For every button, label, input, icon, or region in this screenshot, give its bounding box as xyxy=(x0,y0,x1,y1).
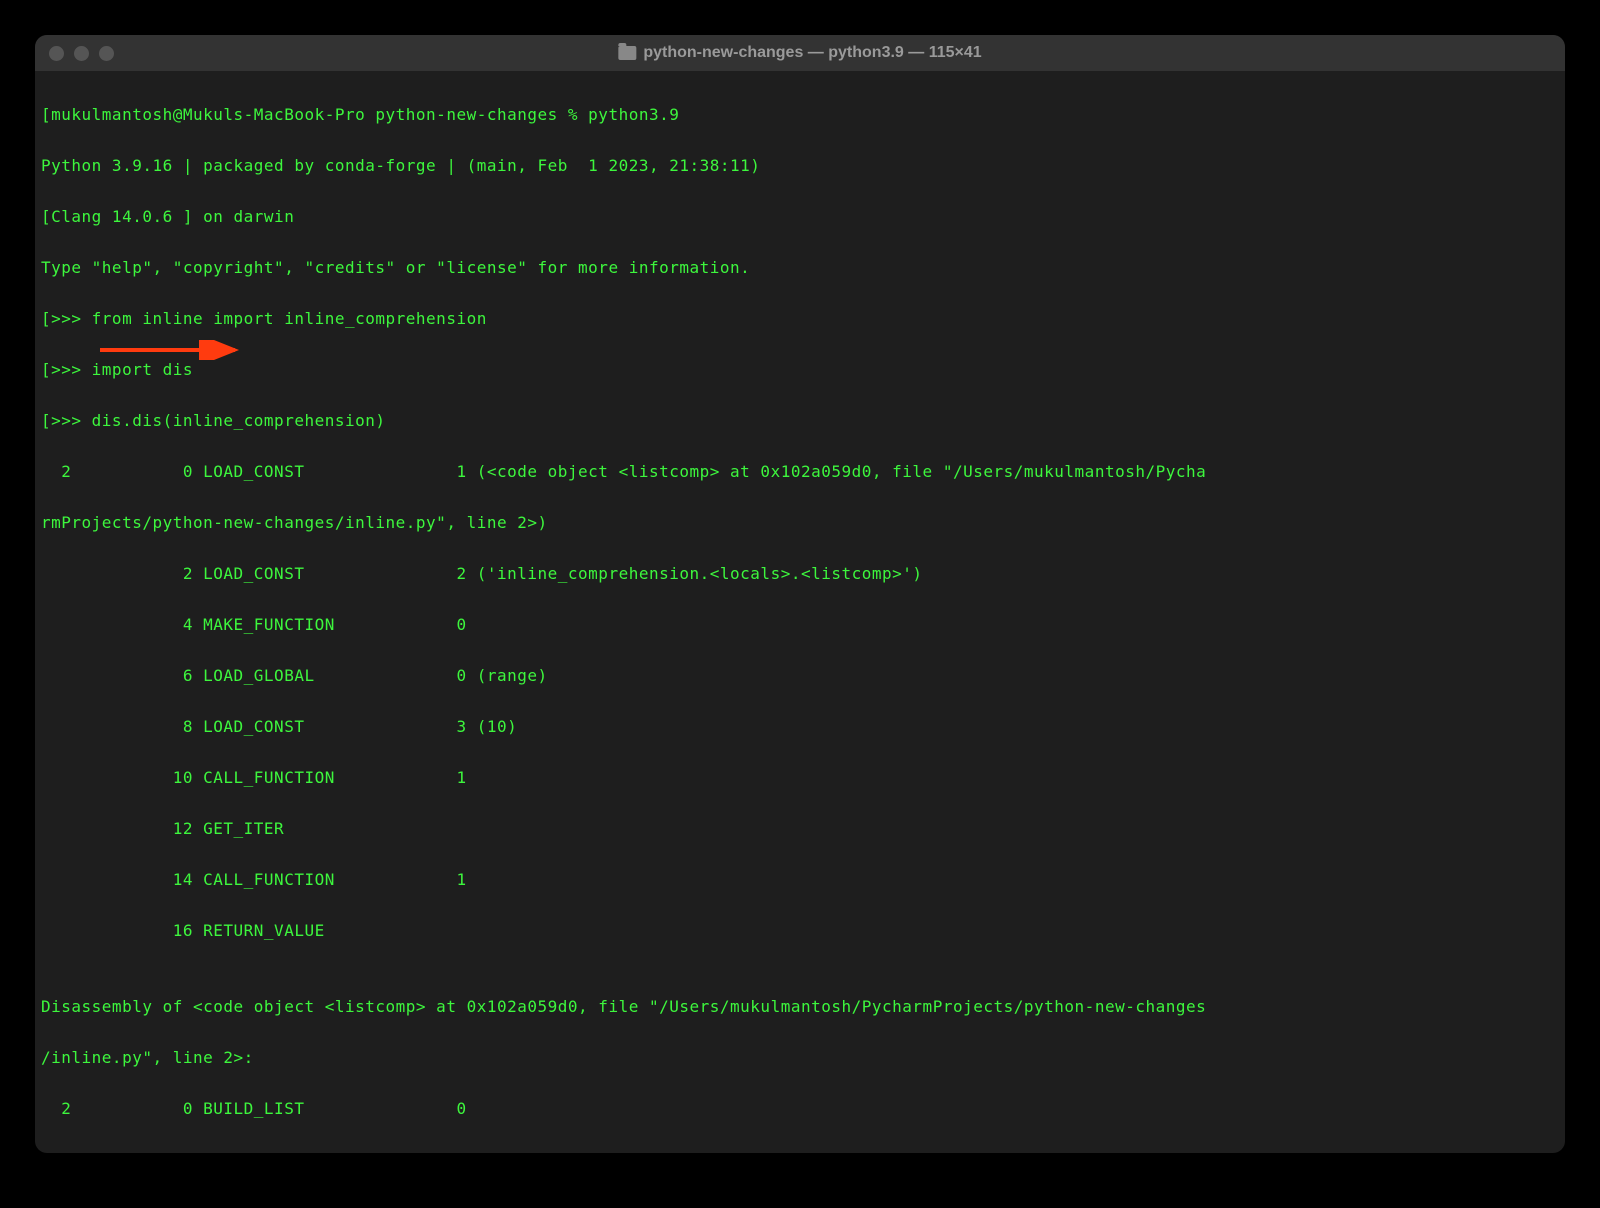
maximize-button[interactable] xyxy=(99,46,114,61)
window-title: python-new-changes — python3.9 — 115×41 xyxy=(618,44,981,62)
annotation-arrow-icon xyxy=(100,340,250,360)
minimize-button[interactable] xyxy=(74,46,89,61)
terminal-line: 16 RETURN_VALUE xyxy=(41,918,1559,944)
terminal-line: Python 3.9.16 | packaged by conda-forge … xyxy=(41,153,1559,179)
terminal-line: [>>> import dis xyxy=(41,357,1559,383)
terminal-line: 10 CALL_FUNCTION 1 xyxy=(41,765,1559,791)
terminal-line: /inline.py", line 2>: xyxy=(41,1045,1559,1071)
terminal-line: 6 LOAD_GLOBAL 0 (range) xyxy=(41,663,1559,689)
folder-icon xyxy=(618,46,636,60)
terminal-line: 2 0 BUILD_LIST 0 xyxy=(41,1096,1559,1122)
terminal-line: 2 LOAD_FAST 0 (.0) xyxy=(41,1147,1559,1153)
terminal-line: Disassembly of <code object <listcomp> a… xyxy=(41,994,1559,1020)
terminal-line: 12 GET_ITER xyxy=(41,816,1559,842)
terminal-body[interactable]: [mukulmantosh@Mukuls-MacBook-Pro python-… xyxy=(35,71,1565,1153)
terminal-line: Type "help", "copyright", "credits" or "… xyxy=(41,255,1559,281)
close-button[interactable] xyxy=(49,46,64,61)
terminal-line: [mukulmantosh@Mukuls-MacBook-Pro python-… xyxy=(41,102,1559,128)
terminal-line: [>>> dis.dis(inline_comprehension) xyxy=(41,408,1559,434)
terminal-line: [>>> from inline import inline_comprehen… xyxy=(41,306,1559,332)
terminal-line: [Clang 14.0.6 ] on darwin xyxy=(41,204,1559,230)
terminal-line: 4 MAKE_FUNCTION 0 xyxy=(41,612,1559,638)
terminal-line: 8 LOAD_CONST 3 (10) xyxy=(41,714,1559,740)
titlebar: python-new-changes — python3.9 — 115×41 xyxy=(35,35,1565,71)
title-text: python-new-changes — python3.9 — 115×41 xyxy=(643,44,981,62)
terminal-line: 14 CALL_FUNCTION 1 xyxy=(41,867,1559,893)
terminal-window: python-new-changes — python3.9 — 115×41 … xyxy=(35,35,1565,1153)
terminal-line: 2 0 LOAD_CONST 1 (<code object <listcomp… xyxy=(41,459,1559,485)
terminal-line: rmProjects/python-new-changes/inline.py"… xyxy=(41,510,1559,536)
terminal-line: 2 LOAD_CONST 2 ('inline_comprehension.<l… xyxy=(41,561,1559,587)
window-controls xyxy=(49,46,114,61)
